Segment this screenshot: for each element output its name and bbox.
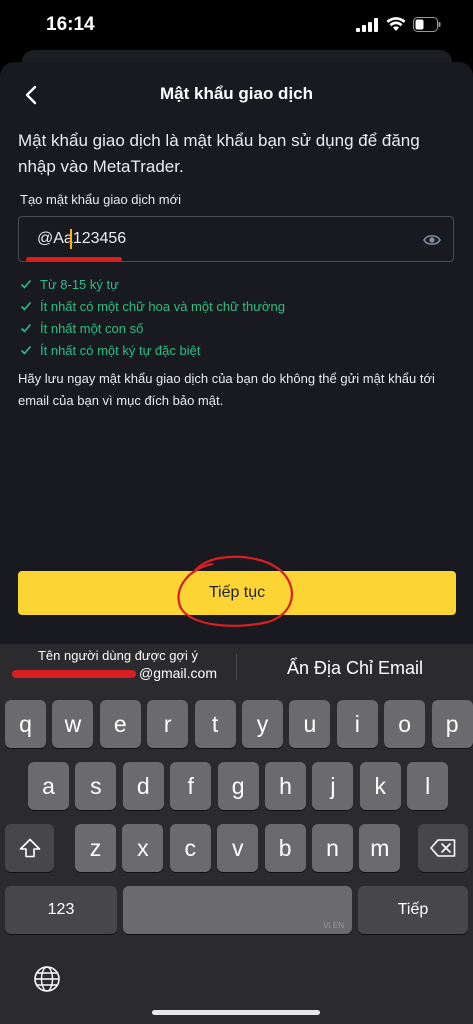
status-time: 16:14 (46, 14, 95, 35)
letter-key[interactable]: p (431, 700, 473, 748)
security-notice: Hãy lưu ngay mật khẩu giao dịch của bạn … (18, 371, 435, 408)
rule-item: Ít nhất một con số (20, 317, 285, 339)
letter-key[interactable]: b (264, 824, 306, 872)
home-indicator (152, 1010, 320, 1015)
eye-icon[interactable] (423, 231, 441, 249)
key-row-1: qwertyuiop (0, 700, 473, 748)
rule-item: Từ 8-15 ký tự (20, 273, 285, 295)
status-bar: 16:14 (0, 0, 473, 52)
key-row-3: zxcvbnm (0, 824, 473, 872)
letter-key[interactable]: n (312, 824, 353, 872)
rule-text: Từ 8-15 ký tự (40, 276, 119, 292)
letter-key[interactable]: i (336, 700, 378, 748)
letter-key[interactable]: x (122, 824, 164, 872)
language-hint: VI EN (323, 921, 344, 930)
letter-key[interactable]: s (75, 762, 117, 810)
suggested-username[interactable]: Tên người dùng được gợi ý @gmail.com (0, 648, 236, 681)
rule-item: Ít nhất có một ký tự đặc biệt (20, 339, 285, 361)
check-icon (20, 301, 32, 311)
rule-text: Ít nhất có một chữ hoa và một chữ thường (40, 298, 285, 314)
key-row-2: asdfghjkl (0, 762, 473, 810)
letter-key[interactable]: d (122, 762, 164, 810)
onscreen-keyboard: Tên người dùng được gợi ý @gmail.com Ẩn … (0, 644, 473, 1024)
letter-key[interactable]: f (170, 762, 212, 810)
numbers-key[interactable]: 123 (5, 886, 117, 934)
quicktype-bar: Tên người dùng được gợi ý @gmail.com Ẩn … (0, 644, 473, 690)
letter-key[interactable]: h (265, 762, 306, 810)
text-caret (70, 229, 72, 249)
password-rules-list: Từ 8-15 ký tự Ít nhất có một chữ hoa và … (20, 273, 285, 361)
letter-key[interactable]: r (147, 700, 189, 748)
letter-key[interactable]: e (99, 700, 141, 748)
letter-key[interactable]: c (169, 824, 211, 872)
redaction-mark (12, 670, 136, 678)
letter-key[interactable]: m (359, 824, 401, 872)
suggestion-email: @gmail.com (0, 665, 236, 681)
wifi-icon (386, 17, 406, 31)
return-key[interactable]: Tiếp (358, 886, 468, 934)
letter-key[interactable]: a (28, 762, 69, 810)
letter-key[interactable]: w (52, 700, 94, 748)
annotation-underline (26, 257, 122, 262)
letter-key[interactable]: j (312, 762, 354, 810)
trading-password-sheet: Mật khẩu giao dịch Mật khẩu giao dịch là… (0, 62, 473, 644)
suggestion-title: Tên người dùng được gợi ý (37, 648, 199, 663)
signal-icon (356, 18, 378, 32)
delete-key[interactable] (418, 824, 468, 872)
letter-key[interactable]: q (5, 700, 46, 748)
space-key[interactable]: VI EN (123, 886, 352, 934)
letter-key[interactable]: v (217, 824, 259, 872)
rule-item: Ít nhất có một chữ hoa và một chữ thường (20, 295, 285, 317)
globe-icon[interactable] (32, 964, 62, 994)
page-title: Mật khẩu giao dịch (159, 84, 314, 103)
check-icon (20, 323, 32, 333)
password-field-label: Tạo mật khẩu giao dịch mới (20, 192, 181, 207)
letter-key[interactable]: z (75, 824, 116, 872)
letter-key[interactable]: u (289, 700, 331, 748)
rule-text: Ít nhất có một ký tự đặc biệt (40, 342, 201, 358)
backspace-icon (430, 839, 456, 857)
check-icon (20, 279, 32, 289)
annotation-circle (177, 555, 293, 627)
letter-key[interactable]: y (242, 700, 283, 748)
letter-key[interactable]: l (407, 762, 449, 810)
password-value: @Aa123456 (37, 230, 127, 247)
hide-email-suggestion[interactable]: Ẩn Địa Chỉ Email (237, 658, 473, 679)
battery-icon (413, 17, 441, 32)
letter-key[interactable]: t (194, 700, 236, 748)
letter-key[interactable]: o (384, 700, 426, 748)
rule-text: Ít nhất một con số (40, 320, 144, 336)
letter-key[interactable]: k (359, 762, 401, 810)
description-text: Mật khẩu giao dịch là mật khẩu bạn sử dụ… (18, 131, 420, 176)
check-icon (20, 345, 32, 355)
password-input[interactable]: @Aa123456 (18, 216, 454, 262)
letter-key[interactable]: g (217, 762, 259, 810)
